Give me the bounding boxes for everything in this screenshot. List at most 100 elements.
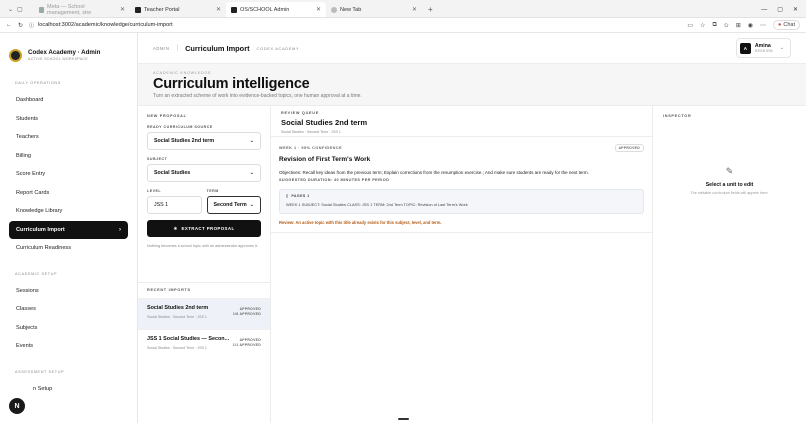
sidebar-item-curriculum-import[interactable]: Curriculum Import ›	[9, 220, 128, 239]
sidebar-item-label: Curriculum Import	[16, 226, 65, 233]
profile-icon[interactable]: ◉	[748, 22, 753, 29]
extract-proposal-button[interactable]: ✳ EXTRACT PROPOSAL	[147, 220, 261, 237]
chevron-down-icon: ⌄	[249, 138, 254, 144]
sidebar-item-teachers[interactable]: Teachers	[9, 128, 128, 147]
extensions-icon[interactable]: ⧉	[712, 22, 716, 29]
term-select[interactable]: Second Term ⌄	[206, 196, 261, 214]
import-title: Social Studies 2nd term	[147, 305, 209, 311]
list-item[interactable]: Social Studies 2nd term Social Studies ·…	[138, 298, 270, 329]
inspector-empty-title: Select a unit to edit	[705, 182, 754, 188]
site-info-icon[interactable]: ⓘ	[29, 22, 34, 29]
import-title: JSS 1 Social Studies — Secon...	[147, 336, 230, 342]
hero: ACADEMIC KNOWLEDGE Curriculum intelligen…	[138, 64, 806, 106]
source-value: Social Studies 2nd term	[154, 138, 215, 144]
tab-favicon-icon	[39, 6, 45, 13]
subject-label: SUBJECT	[147, 157, 168, 161]
back-icon[interactable]: ←	[6, 22, 12, 28]
term-label: TERM	[206, 189, 219, 193]
star-icon[interactable]: ☆	[700, 22, 705, 29]
section-label-assessment: ASSESSMENT SETUP	[15, 369, 65, 374]
sidebar-item-events[interactable]: Events	[9, 337, 128, 356]
divider	[271, 232, 652, 233]
status-badge: APPROVED 1/1 APPROVED	[233, 336, 261, 360]
sidebar-item-score-entry[interactable]: Score Entry	[9, 165, 128, 184]
tab-favicon-icon	[331, 6, 337, 13]
inspector-panel: INSPECTOR ✎ Select a unit to edit The ed…	[653, 106, 806, 423]
url-text: localhost:3002/academic/knowledge/curric…	[38, 22, 173, 28]
chat-button[interactable]: ● Chat	[773, 20, 800, 30]
sidebar-item-sessions[interactable]: Sessions	[9, 282, 128, 301]
tab-label: Teacher Portal	[144, 6, 180, 13]
topbar: ADMIN | Curriculum Import CODEX ACADEMY …	[138, 33, 806, 64]
tab-stack-icon[interactable]: ▢	[17, 6, 23, 13]
unit-duration: SUGGESTED DURATION: 40 MINUTES PER PERIO…	[279, 178, 390, 182]
user-menu[interactable]: A Amina SESSION ⌄	[735, 38, 791, 58]
breadcrumb-separator: |	[176, 45, 179, 51]
inspector-empty-state: ✎ Select a unit to edit The editable cur…	[653, 166, 806, 195]
hero-title: Curriculum intelligence	[153, 76, 310, 92]
brand: Codex Academy · Admin ACTIVE SCHOOL WORK…	[9, 33, 128, 69]
reload-icon[interactable]: ↻	[18, 22, 23, 29]
tab-menu-icon[interactable]: ⌄	[8, 6, 13, 13]
tab-favicon-icon	[231, 6, 237, 13]
evidence-pages: PAGES 1	[291, 194, 310, 198]
favorites-icon[interactable]: ✩	[724, 22, 729, 29]
hero-kicker: ACADEMIC KNOWLEDGE	[153, 71, 212, 75]
sidebar-item-report-cards[interactable]: Report Cards	[9, 184, 128, 203]
close-icon[interactable]: ✕	[216, 6, 221, 13]
inspector-empty-desc: The editable curriculum fields will appe…	[690, 191, 769, 195]
tab-label: Meta — School management, stre	[47, 3, 92, 16]
source-label: READY CURRICULUM SOURCE	[147, 125, 213, 129]
more-icon[interactable]: ⋯	[760, 22, 766, 29]
approval-hint: Nothing becomes a school topic until an …	[147, 244, 258, 248]
tab-favicon-icon	[135, 6, 141, 13]
breadcrumb-admin[interactable]: ADMIN	[153, 46, 170, 51]
address-bar[interactable]: ⓘ localhost:3002/academic/knowledge/curr…	[29, 20, 681, 31]
status-badge: APPROVED	[614, 144, 644, 152]
evidence-box: ▯ PAGES 1 WEEK 1 SUBJECT: Social Studies…	[279, 189, 644, 214]
review-queue-panel: REVIEW QUEUE Social Studies 2nd term Soc…	[271, 106, 653, 423]
sidebar-item-students[interactable]: Students	[9, 110, 128, 129]
browser-tab-meta[interactable]: Meta — School management, stre ✕	[34, 2, 130, 17]
queue-title: Social Studies 2nd term	[281, 118, 368, 127]
close-icon[interactable]: ✕	[120, 6, 125, 13]
assistant-fab[interactable]: N	[9, 398, 25, 414]
browser-tab-teacher[interactable]: Teacher Portal ✕	[130, 2, 226, 17]
reader-icon[interactable]: ▭	[687, 22, 693, 29]
proposal-panel: NEW PROPOSAL READY CURRICULUM SOURCE Soc…	[138, 106, 271, 423]
address-bar-row: ← ↻ ⓘ localhost:3002/academic/knowledge/…	[0, 18, 806, 33]
sidebar-item-knowledge-library[interactable]: Knowledge Library	[9, 202, 128, 221]
sidebar-item-subjects[interactable]: Subjects	[9, 319, 128, 338]
window-controls: — ▢ ✕	[761, 2, 806, 17]
review-warning: Review: An active topic with this title …	[279, 220, 442, 225]
chevron-down-icon: ⌄	[249, 202, 254, 208]
new-tab-icon[interactable]: +	[428, 2, 433, 17]
sidebar-item-billing[interactable]: Billing	[9, 147, 128, 166]
close-icon[interactable]: ✕	[316, 6, 321, 13]
toolbar-icons: ▭ ☆ ⧉ ✩ ⊞ ◉ ⋯ ● Chat	[687, 20, 800, 30]
browser-tab-newtab[interactable]: New Tab ✕	[326, 2, 422, 17]
source-select[interactable]: Social Studies 2nd term ⌄	[147, 132, 261, 150]
curriculum-unit-card[interactable]: WEEK 1 · 95% CONFIDENCE APPROVED Revisio…	[271, 144, 652, 225]
sidebar-item-classes[interactable]: Classes	[9, 300, 128, 319]
sidebar-item-curriculum-readiness[interactable]: Curriculum Readiness	[9, 239, 128, 258]
avatar: A	[739, 42, 751, 54]
chevron-down-icon: ⌄	[249, 170, 254, 176]
close-window-icon[interactable]: ✕	[793, 6, 798, 13]
subject-value: Social Studies	[154, 170, 191, 176]
subject-select[interactable]: Social Studies ⌄	[147, 164, 261, 182]
collections-icon[interactable]: ⊞	[736, 22, 741, 29]
sidebar-item-grade-setup[interactable]: n Setup	[9, 380, 128, 399]
copilot-icon: ●	[778, 22, 782, 28]
tab-label: OS/SCHOOL Admin	[240, 6, 290, 13]
close-icon[interactable]: ✕	[412, 6, 417, 13]
import-subtitle: Social Studies · Second Term · JSS 1	[147, 315, 207, 319]
recent-imports-heading: RECENT IMPORTS	[147, 288, 191, 292]
minimize-icon[interactable]: —	[761, 7, 767, 13]
browser-tab-admin[interactable]: OS/SCHOOL Admin ✕	[226, 2, 326, 17]
list-item[interactable]: JSS 1 Social Studies — Secon... Social S…	[138, 329, 270, 360]
maximize-icon[interactable]: ▢	[777, 6, 783, 13]
level-input[interactable]: JSS 1	[147, 196, 202, 214]
chat-label: Chat	[783, 22, 795, 28]
sidebar-item-dashboard[interactable]: Dashboard	[9, 91, 128, 110]
